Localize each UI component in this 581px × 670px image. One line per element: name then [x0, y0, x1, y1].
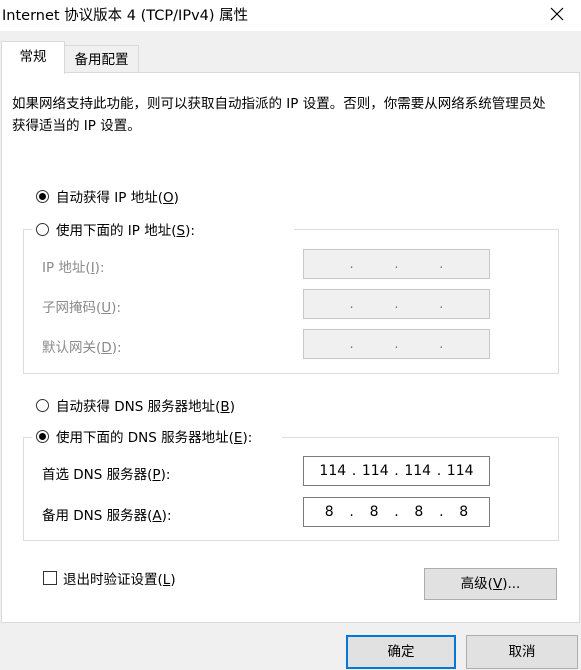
- subnet-mask-input[interactable]: ...: [303, 289, 490, 319]
- ip-address-input[interactable]: ...: [303, 249, 490, 279]
- alternate-dns-label: 备用 DNS 服务器(A):: [42, 508, 172, 524]
- validate-on-exit-label[interactable]: 退出时验证设置(L): [63, 568, 176, 588]
- manual-ip-label[interactable]: 使用下面的 IP 地址(S):: [56, 219, 195, 239]
- ip-address-label: IP 地址(I):: [42, 260, 105, 276]
- auto-dns-label[interactable]: 自动获得 DNS 服务器地址(B): [56, 395, 235, 415]
- auto-ip-radio[interactable]: [36, 190, 49, 203]
- preferred-dns-label: 首选 DNS 服务器(P):: [42, 467, 171, 483]
- subnet-mask-label: 子网掩码(U):: [42, 300, 121, 316]
- window-title: Internet 协议版本 4 (TCP/IPv4) 属性: [2, 8, 249, 24]
- advanced-button[interactable]: 高级(V)...: [424, 568, 557, 600]
- tab-alternate-config[interactable]: 备用配置: [64, 45, 139, 73]
- validate-on-exit-checkbox[interactable]: [43, 571, 57, 585]
- manual-dns-radio[interactable]: [36, 430, 49, 443]
- tab-general[interactable]: 常规: [1, 41, 65, 74]
- auto-dns-radio[interactable]: [36, 399, 49, 412]
- auto-ip-label[interactable]: 自动获得 IP 地址(O): [56, 186, 179, 206]
- default-gateway-label: 默认网关(D):: [42, 340, 122, 356]
- alternate-dns-input[interactable]: 8.8.8.8: [303, 497, 490, 527]
- manual-dns-label[interactable]: 使用下面的 DNS 服务器地址(E):: [56, 426, 252, 446]
- title-bar: Internet 协议版本 4 (TCP/IPv4) 属性: [0, 0, 581, 31]
- close-icon[interactable]: [547, 4, 567, 24]
- tab-panel: 如果网络支持此功能，则可以获取自动指派的 IP 设置。否则，你需要从网络系统管理…: [1, 72, 580, 623]
- default-gateway-input[interactable]: ...: [303, 329, 490, 359]
- manual-ip-radio[interactable]: [36, 223, 49, 236]
- ok-button[interactable]: 确定: [346, 635, 456, 669]
- cancel-button[interactable]: 取消: [466, 635, 578, 669]
- description-text: 如果网络支持此功能，则可以获取自动指派的 IP 设置。否则，你需要从网络系统管理…: [12, 96, 546, 134]
- preferred-dns-input[interactable]: 114. 114. 114. 114: [303, 456, 490, 486]
